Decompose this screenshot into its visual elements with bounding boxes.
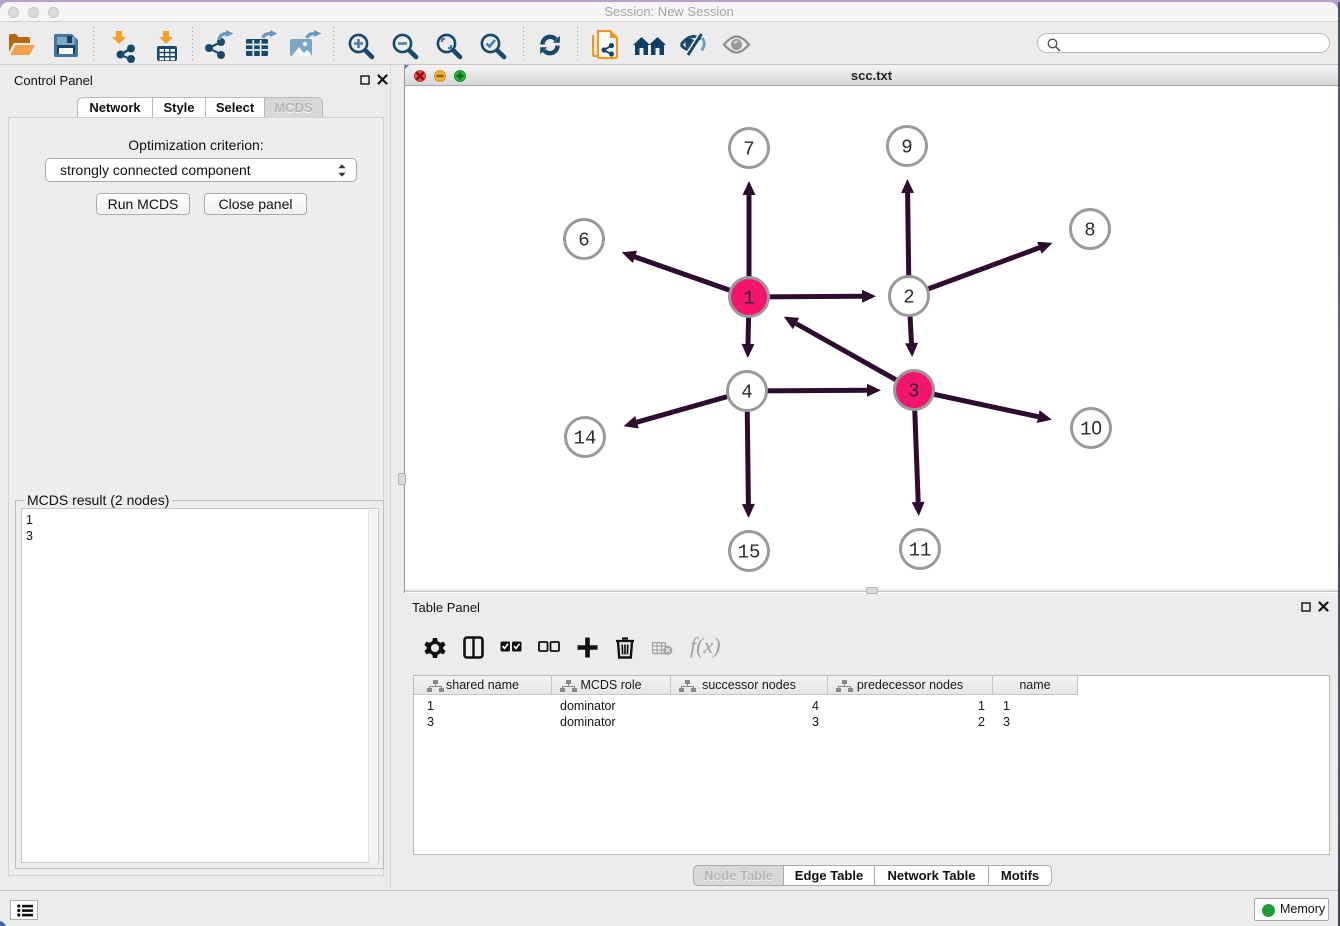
svg-text:7: 7 xyxy=(743,139,754,161)
svg-text:11: 11 xyxy=(909,540,932,562)
svg-text:2: 2 xyxy=(903,287,914,309)
svg-text:8: 8 xyxy=(1084,220,1095,242)
svg-text:9: 9 xyxy=(901,137,912,159)
svg-text:4: 4 xyxy=(741,382,752,404)
svg-text:10: 10 xyxy=(1080,419,1102,441)
svg-text:14: 14 xyxy=(574,428,597,450)
svg-text:1: 1 xyxy=(743,288,754,310)
svg-text:6: 6 xyxy=(578,230,589,252)
svg-text:3: 3 xyxy=(908,381,919,403)
svg-text:15: 15 xyxy=(738,542,761,564)
